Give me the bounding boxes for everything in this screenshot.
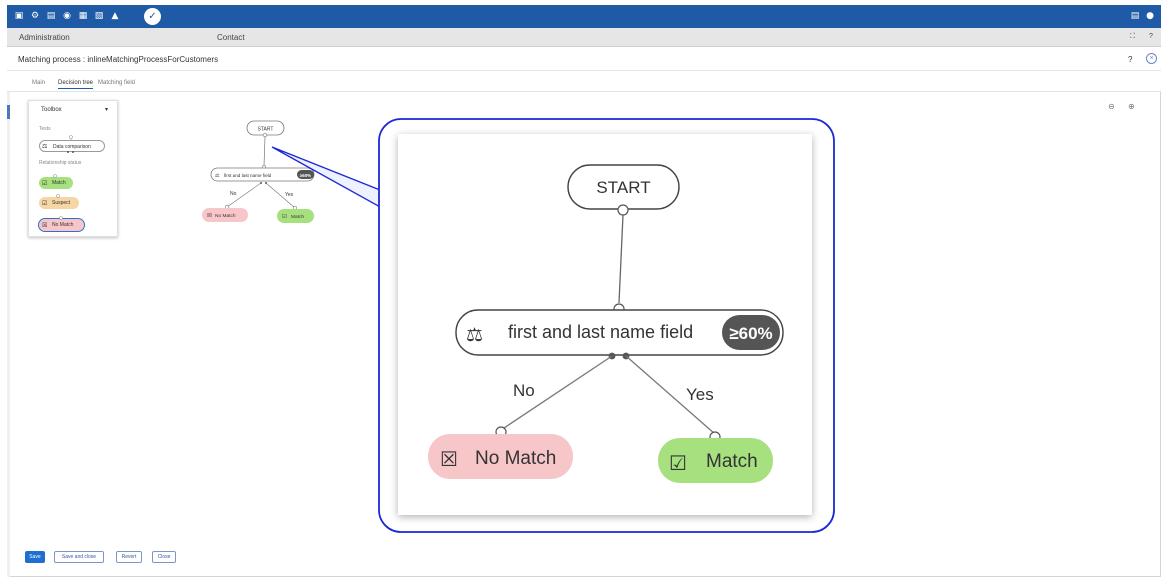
wrench-icon[interactable]: ✓ <box>144 8 161 25</box>
tab-bar: Main Decision tree Matching field <box>7 72 1161 92</box>
database-icon[interactable]: ▣ <box>14 11 24 21</box>
relationship-status-label: Relationship status <box>39 160 82 166</box>
zoom-out-icon[interactable]: ⊖ <box>1108 102 1115 111</box>
save-and-close-button[interactable]: Save and close <box>54 551 104 563</box>
tab-main[interactable]: Main <box>32 80 45 86</box>
tab-matching-field[interactable]: Matching field <box>98 80 135 86</box>
location-icon[interactable]: ◉ <box>62 11 72 21</box>
caret-down-icon[interactable]: ▾ <box>105 106 108 113</box>
match-tool[interactable]: Match <box>39 177 73 189</box>
save-button[interactable]: Save <box>25 551 45 563</box>
suspect-tool-label: Suspect <box>52 200 71 206</box>
no-match-tool[interactable]: No Match <box>38 218 85 232</box>
process-header: Matching process : inlineMatchingProcess… <box>7 47 1161 71</box>
page-title: Matching process : inlineMatchingProcess… <box>18 55 219 64</box>
panel-icon[interactable]: ▤ <box>1130 11 1140 21</box>
tab-decision-tree[interactable]: Decision tree <box>58 80 94 89</box>
admin-label[interactable]: Administration <box>19 33 70 42</box>
help-button[interactable]: ? <box>1128 55 1132 64</box>
toolbox-panel: Toolbox ▾ Tests Data comparison Relation… <box>28 100 118 237</box>
tests-label: Tests <box>39 126 51 132</box>
library-icon[interactable]: ▦ <box>78 11 88 21</box>
revert-button[interactable]: Revert <box>116 551 142 563</box>
user-icon[interactable]: ● <box>1145 11 1155 21</box>
zoom-in-icon[interactable]: ⊕ <box>1128 102 1135 111</box>
toolbox-title[interactable]: Toolbox <box>41 107 62 113</box>
no-match-tool-label: No Match <box>52 222 74 228</box>
data-comparison-label: Data comparison <box>53 144 91 150</box>
canvas-area <box>10 92 1161 577</box>
top-nav-bar: ▣ ⚙ ▤ ◉ ▦ ▧ ▲ ✓ ▤ ● <box>7 5 1161 28</box>
match-tool-label: Match <box>52 180 66 186</box>
context-bar: Administration Contact ⛶ ? <box>7 28 1161 47</box>
settings-icon[interactable]: ⚙ <box>30 11 40 21</box>
expand-icon[interactable]: ⛶ <box>1130 33 1135 41</box>
close-icon[interactable]: × <box>1146 53 1157 64</box>
document-icon[interactable]: ▤ <box>46 11 56 21</box>
export-icon[interactable]: ▧ <box>94 11 104 21</box>
suspect-tool[interactable]: Suspect <box>39 197 79 209</box>
close-button[interactable]: Close <box>152 551 176 563</box>
help-icon[interactable]: ? <box>1149 33 1153 40</box>
entity-label[interactable]: Contact <box>217 33 245 42</box>
data-comparison-tool[interactable]: Data comparison <box>39 140 105 152</box>
pin-icon[interactable]: ▲ <box>110 11 120 21</box>
